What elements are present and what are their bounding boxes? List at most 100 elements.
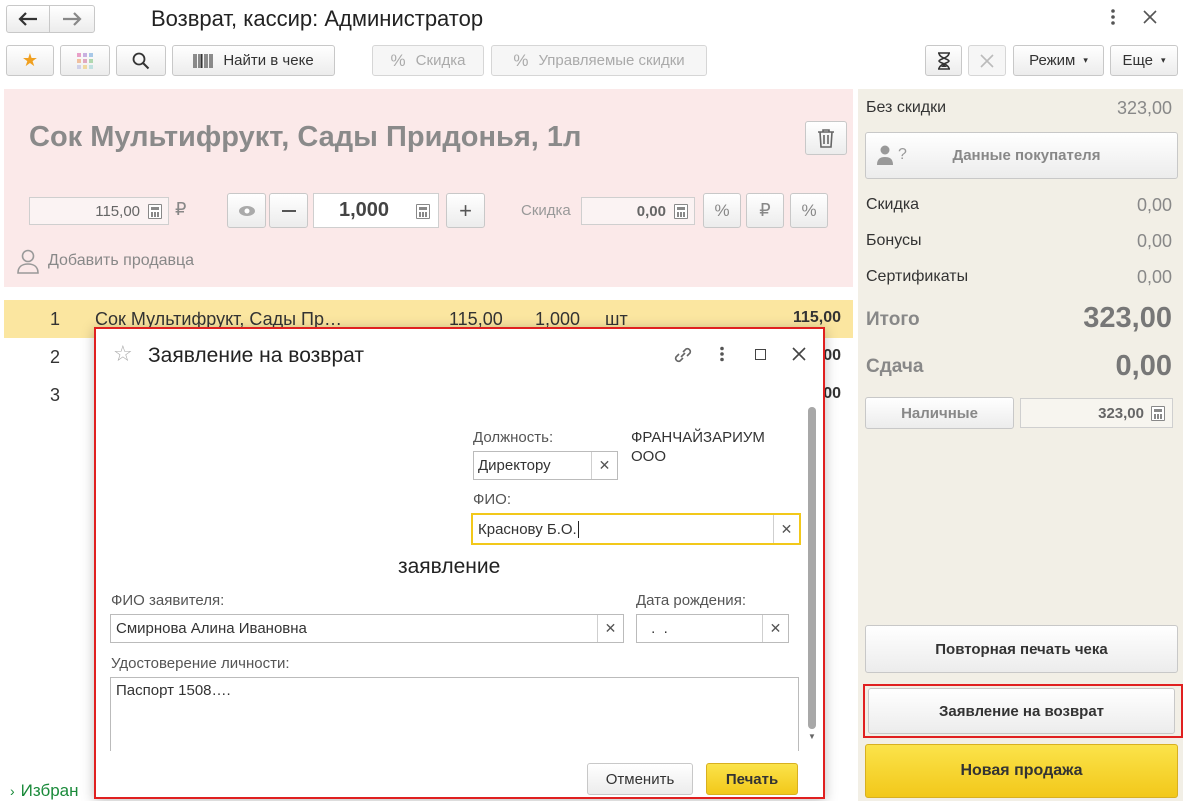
row-number: 2 [50, 347, 61, 367]
customer-data-label: Данные покупателя [952, 147, 1101, 164]
mode-dropdown[interactable]: Режим ▾ [1013, 45, 1104, 76]
scroll-down-icon[interactable]: ▼ [808, 732, 816, 741]
percent-icon: % [390, 50, 406, 70]
fio-label: ФИО: [473, 491, 512, 508]
star-outline-icon[interactable]: ☆ [113, 341, 133, 367]
user-icon [17, 249, 39, 274]
managed-discounts-button[interactable]: % Управляемые скидки [491, 45, 707, 76]
clear-icon[interactable]: ✕ [591, 452, 617, 479]
new-sale-button[interactable]: Новая продажа [865, 744, 1178, 798]
position-label: Должность: [473, 429, 554, 446]
discount-field[interactable]: 0,00 [581, 197, 695, 225]
maximize-icon[interactable] [755, 349, 766, 360]
dialog-more-icon[interactable] [719, 346, 725, 366]
favorite-button[interactable]: ★ [6, 45, 54, 76]
statement-heading: заявление [398, 555, 501, 578]
customer-data-button[interactable]: ? Данные покупателя [865, 132, 1178, 179]
calculator-icon[interactable] [148, 204, 162, 219]
percent-discount-button[interactable]: % [703, 193, 741, 228]
product-name: Сок Мультифрукт, Сады Придонья, 1л [29, 121, 582, 153]
cash-amount-value: 323,00 [1098, 404, 1144, 422]
decrease-quantity-button[interactable] [269, 193, 308, 228]
dialog-title: Заявление на возврат [148, 344, 364, 367]
id-document-textarea[interactable]: Паспорт 1508…. [110, 677, 799, 751]
text-cursor [577, 520, 579, 538]
star-icon: ★ [21, 50, 39, 70]
managed-discounts-label: Управляемые скидки [538, 52, 685, 69]
dialog-scrollbar[interactable] [808, 407, 816, 729]
back-button[interactable] [6, 5, 50, 33]
currency-symbol: ₽ [175, 199, 187, 219]
applicant-value: Смирнова Алина Ивановна [116, 620, 307, 637]
reprint-check-label: Повторная печать чека [935, 640, 1108, 658]
managed-discount-button[interactable]: % [790, 193, 828, 228]
row-sum: 115,00 [792, 309, 841, 326]
no-discount-value: 323,00 [1116, 98, 1172, 118]
birth-date-label: Дата рождения: [636, 592, 746, 609]
more-dropdown[interactable]: Еще ▾ [1110, 45, 1178, 76]
position-field[interactable]: Директору ✕ [473, 451, 618, 480]
scrollbar-thumb[interactable] [808, 407, 816, 729]
clear-icon[interactable]: ✕ [597, 615, 623, 642]
price-field[interactable]: 115,00 [29, 197, 169, 225]
chevron-right-icon: › [10, 783, 15, 799]
cancel-x-button[interactable] [968, 45, 1006, 76]
window-more-icon[interactable] [1110, 8, 1118, 28]
org-name: ФРАНЧАЙЗАРИУМ ООО [631, 429, 765, 465]
fio-field[interactable]: Краснову Б.О. ✕ [471, 513, 801, 545]
apps-button[interactable] [60, 45, 110, 76]
id-document-label: Удостоверение личности: [111, 655, 290, 672]
calculator-icon[interactable] [674, 204, 688, 219]
forward-button[interactable] [49, 5, 95, 33]
birth-date-value: . . [647, 620, 668, 637]
change-value: 0,00 [1115, 350, 1172, 382]
barcode-icon [193, 53, 213, 68]
cancel-button[interactable]: Отменить [587, 763, 693, 795]
return-statement-button[interactable]: Заявление на возврат [868, 688, 1175, 734]
trash-icon [818, 129, 834, 148]
ruble-discount-button[interactable]: ₽ [746, 193, 784, 228]
quantity-field[interactable]: 1,000 [313, 193, 439, 228]
bonus-value: 0,00 [1136, 231, 1172, 251]
return-statement-dialog: ☆ Заявление на возврат ▼ Должность: Дире… [94, 327, 825, 799]
total-value: 323,00 [1083, 302, 1172, 334]
window-close-icon[interactable] [1143, 10, 1157, 28]
favorites-link[interactable]: › Избран [10, 781, 79, 801]
search-icon [132, 52, 150, 69]
find-in-check-label: Найти в чеке [223, 52, 314, 69]
clear-icon[interactable]: ✕ [762, 615, 788, 642]
delete-button[interactable] [805, 121, 847, 155]
find-in-check-button[interactable]: Найти в чеке [172, 45, 335, 76]
discount-value: 0,00 [636, 202, 666, 220]
id-document-value: Паспорт 1508…. [116, 682, 231, 699]
discount-label: Скидка [415, 52, 466, 69]
bonus-label: Бонусы [866, 232, 922, 249]
add-seller-link[interactable]: Добавить продавца [16, 248, 194, 274]
birth-date-field[interactable]: . . ✕ [636, 614, 789, 643]
calculator-icon[interactable] [416, 204, 430, 219]
cash-amount-field[interactable]: 323,00 [1020, 398, 1173, 428]
cancel-label: Отменить [605, 770, 675, 788]
change-label: Сдача [866, 356, 924, 377]
discount-button[interactable]: % Скидка [372, 45, 484, 76]
calculator-icon[interactable] [1151, 406, 1165, 421]
link-icon[interactable] [673, 345, 693, 369]
applicant-field[interactable]: Смирнова Алина Ивановна ✕ [110, 614, 624, 643]
increase-quantity-button[interactable]: + [446, 193, 485, 228]
clear-icon[interactable]: ✕ [773, 515, 799, 543]
new-sale-label: Новая продажа [960, 762, 1083, 779]
window-title: Возврат, кассир: Администратор [151, 6, 484, 31]
search-button[interactable] [116, 45, 166, 76]
applicant-label: ФИО заявителя: [111, 592, 225, 609]
cash-button[interactable]: Наличные [865, 397, 1014, 429]
reprint-check-button[interactable]: Повторная печать чека [865, 625, 1178, 673]
close-icon[interactable] [792, 347, 806, 365]
timer-button[interactable] [925, 45, 962, 76]
chevron-down-icon: ▾ [1161, 55, 1166, 65]
mode-label: Режим [1029, 52, 1076, 69]
print-button[interactable]: Печать [706, 763, 798, 795]
total-label: Итого [866, 309, 920, 330]
row-sum: 00 [823, 385, 841, 402]
view-button[interactable] [227, 193, 266, 228]
cash-label: Наличные [901, 404, 978, 422]
